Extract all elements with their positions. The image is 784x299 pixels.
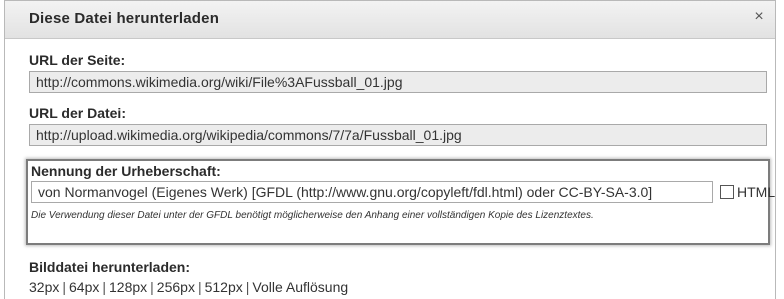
size-link-full-resolution[interactable]: Volle Auflösung [252,279,348,295]
dialog-title: Diese Datei herunterladen [29,10,220,27]
file-url-label: URL der Datei: [29,105,126,121]
size-link-128px[interactable]: 128px [109,279,147,295]
attribution-field[interactable] [31,181,713,203]
attribution-section: Nennung der Urheberschaft: HTML Die Verw… [26,159,775,245]
html-toggle[interactable]: HTML [720,182,775,202]
close-icon[interactable]: × [749,7,769,27]
size-link-256px[interactable]: 256px [157,279,195,295]
dialog-titlebar[interactable]: Diese Datei herunterladen × [5,1,775,39]
size-link-64px[interactable]: 64px [69,279,99,295]
separator: | [102,279,106,295]
size-link-32px[interactable]: 32px [29,279,59,295]
html-checkbox[interactable] [720,185,734,199]
download-size-links: 32px | 64px | 128px | 256px | 512px | Volle Auflös… [29,279,348,295]
download-dialog: Diese Datei herunterladen × URL der Seit… [4,0,776,299]
size-link-512px[interactable]: 512px [205,279,243,295]
separator: | [150,279,154,295]
file-url-field[interactable] [29,124,767,146]
separator: | [245,279,250,295]
attribution-label: Nennung der Urheberschaft: [31,163,221,179]
html-checkbox-label: HTML [737,184,776,200]
download-label: Bilddatei herunterladen: [29,259,191,275]
page-url-label: URL der Seite: [29,52,126,68]
page-url-field[interactable] [29,71,767,93]
separator: | [62,279,66,295]
license-notice: Die Verwendung dieser Datei unter der GF… [31,210,594,221]
separator: | [197,279,202,295]
